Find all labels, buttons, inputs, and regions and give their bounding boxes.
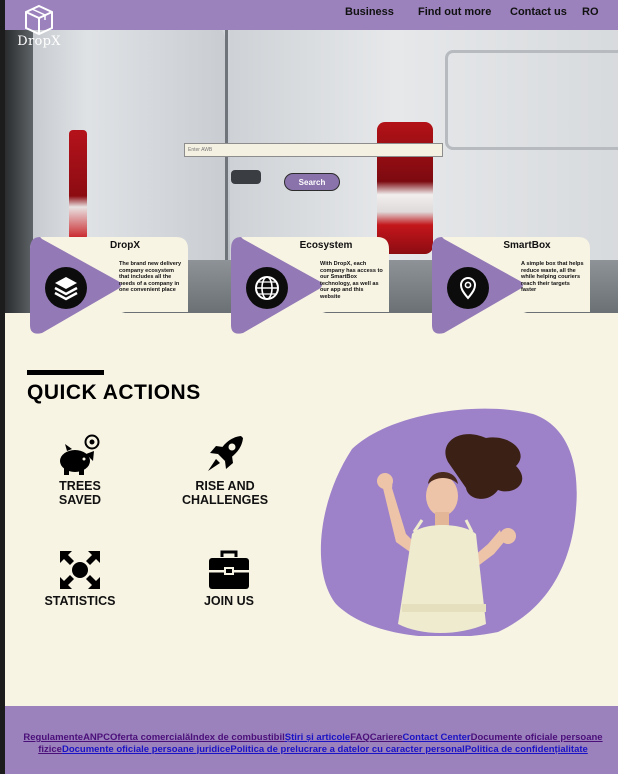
top-navbar: Business Find out more Contact us RO [5,0,618,30]
footer-link-oferta-comerciala[interactable]: Oferta comercială [110,732,190,743]
tail-light-left [69,130,87,240]
action-rise-and-challenges[interactable]: RISE AND CHALLENGES [175,432,275,507]
piggy-bank-icon [60,434,100,475]
logo[interactable]: DropX [12,4,66,56]
card-ecosystem: Ecosystem With DropX, each company has a… [231,237,389,336]
action-label-line1: RISE AND [195,479,255,493]
arrows-icon [60,551,100,589]
footer-link-index-combustibil[interactable]: Index de combustibil [190,732,285,743]
search-button[interactable]: Search [284,173,340,191]
action-label-line1: STATISTICS [44,594,116,608]
section-accent-bar [27,370,104,375]
nav-business[interactable]: Business [345,6,394,18]
van-handle [231,170,261,184]
card-title: Ecosystem [299,240,353,251]
footer-link-politica-prelucrare-date[interactable]: Politica de prelucrare a datelor cu cara… [230,744,464,755]
box-logo-icon [25,4,53,36]
card-dropx: DropX The brand new delivery company eco… [30,237,188,336]
footer-link-stiri-articole[interactable]: Știri și articole [285,732,350,743]
footer-link-politica-confidentialitate[interactable]: Politica de confidențialitate [465,744,588,755]
footer-link-anpc[interactable]: ANPC [83,732,110,743]
footer-link-contact-center[interactable]: Contact Center [403,732,471,743]
card-description: The brand new delivery company ecosystem… [119,261,182,294]
footer-link-documente-persoane-juridice[interactable]: Documente oficiale persoane juridice [62,744,230,755]
hero-shadow [5,30,33,313]
footer-links: RegulamenteANPCOferta comercialăIndex de… [23,732,603,755]
tail-light-right [377,122,433,254]
footer-link-cariere[interactable]: Cariere [370,732,403,743]
awb-search-input[interactable] [184,143,443,157]
footer: RegulamenteANPCOferta comercialăIndex de… [5,706,618,774]
layers-icon [45,267,87,309]
footer-link-faq[interactable]: FAQ [350,732,370,743]
nav-language-ro[interactable]: RO [582,6,599,18]
card-title: SmartBox [503,240,551,251]
action-label-line1: JOIN US [203,594,254,608]
card-description: A simple box that helps reduce waste, al… [521,261,584,294]
globe-icon [246,267,288,309]
action-label-line1: TREES [59,479,101,493]
action-trees-saved[interactable]: TREES SAVED [30,434,130,507]
nav-contact-us[interactable]: Contact us [510,6,567,18]
nav-find-out-more[interactable]: Find out more [418,6,491,18]
rocket-icon [208,436,243,471]
logo-text: DropX [17,34,61,49]
action-statistics[interactable]: STATISTICS [30,549,130,608]
quick-actions-title: QUICK ACTIONS [27,381,201,404]
happy-woman-photo [320,408,577,636]
card-description: With DropX, each company has access to o… [320,261,383,300]
footer-link-regulamente[interactable]: Regulamente [23,732,83,743]
card-title: DropX [110,240,140,251]
action-label-line2: SAVED [58,493,102,507]
card-smartbox: SmartBox A simple box that helps reduce … [432,237,590,336]
toolbox-icon [209,550,249,589]
van-window [445,50,618,150]
action-join-us[interactable]: JOIN US [180,549,278,608]
location-pin-icon [447,267,489,309]
action-label-line2: CHALLENGES [181,493,269,507]
